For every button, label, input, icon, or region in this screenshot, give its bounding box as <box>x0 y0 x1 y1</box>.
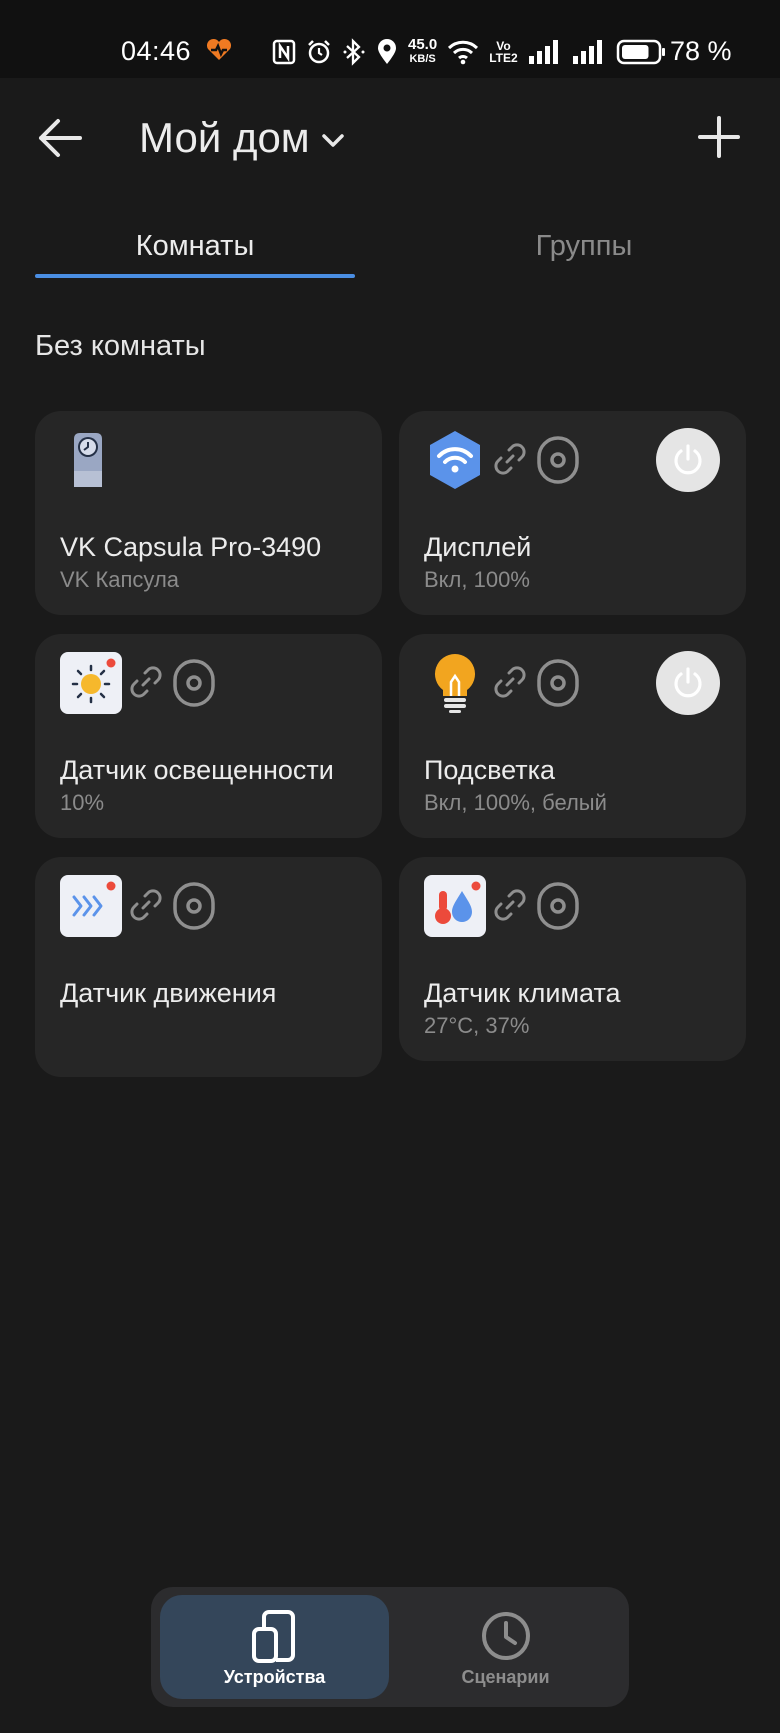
nav-label: Устройства <box>223 1667 326 1687</box>
devices-icon <box>252 1610 295 1663</box>
header: Мой дом <box>0 78 780 198</box>
wifi-hexagon-icon <box>424 429 486 491</box>
hub-icon <box>537 882 579 930</box>
tab-bar: Комнаты Группы <box>0 220 780 280</box>
device-status: 10% <box>60 790 105 815</box>
device-name: VK Capsula Pro-3490 <box>60 532 322 562</box>
nav-scenarios[interactable]: Сценарии <box>391 1595 620 1699</box>
device-name: Дисплей <box>424 532 532 562</box>
device-card-backlight[interactable]: Подсветка Вкл, 100%, белый <box>399 634 746 838</box>
device-card-climate-sensor[interactable]: Датчик климата 27°C, 37% <box>399 857 746 1061</box>
location-icon <box>378 39 396 64</box>
device-name: Датчик освещенности <box>60 755 334 785</box>
power-icon <box>674 444 702 475</box>
battery-percent: 78 % <box>670 36 732 66</box>
power-icon <box>674 667 702 698</box>
home-selector[interactable]: Мой дом <box>139 114 346 162</box>
network-speed: 45.0 KB/S <box>408 36 438 65</box>
device-card-display[interactable]: Дисплей Вкл, 100% <box>399 411 746 615</box>
link-icon <box>494 889 526 921</box>
climate-sensor-icon <box>424 875 486 937</box>
link-icon <box>130 666 162 698</box>
hub-icon <box>537 659 579 707</box>
motion-sensor-icon <box>60 875 122 937</box>
vk-capsula-speaker-icon <box>60 429 122 491</box>
add-button[interactable] <box>697 115 741 159</box>
back-arrow-icon <box>39 119 82 157</box>
tab-groups[interactable]: Группы <box>424 230 744 263</box>
sun-sensor-icon <box>60 652 122 714</box>
alarm-icon <box>308 40 330 64</box>
home-name: Мой дом <box>139 114 310 161</box>
power-toggle-button[interactable] <box>656 428 720 492</box>
link-icon <box>494 443 526 475</box>
device-name: Датчик движения <box>60 978 277 1008</box>
bluetooth-icon <box>343 38 365 66</box>
chevron-down-icon <box>321 134 344 147</box>
device-status: VK Капсула <box>60 567 180 592</box>
link-icon <box>130 889 162 921</box>
device-card-motion-sensor[interactable]: Датчик движения <box>35 857 382 1077</box>
hub-icon <box>173 882 215 930</box>
device-status: 27°C, 37% <box>424 1013 530 1038</box>
nfc-icon <box>272 39 296 65</box>
clock-icon <box>482 1612 530 1660</box>
status-icons: 45.0 KB/S Vo LTE2 <box>272 36 666 68</box>
device-name: Датчик климата <box>424 978 621 1008</box>
tab-rooms[interactable]: Комнаты <box>35 230 355 263</box>
device-card-light-sensor[interactable]: Датчик освещенности 10% <box>35 634 382 838</box>
device-card-vk-capsula[interactable]: VK Capsula Pro-3490 VK Капсула <box>35 411 382 615</box>
link-icon <box>494 666 526 698</box>
wifi-icon <box>448 40 479 65</box>
nav-label: Сценарии <box>461 1667 550 1687</box>
battery-icon <box>616 39 665 65</box>
device-name: Подсветка <box>424 755 556 785</box>
power-toggle-button[interactable] <box>656 651 720 715</box>
hub-icon <box>537 436 579 484</box>
active-tab-indicator <box>35 274 355 278</box>
device-status: Вкл, 100%, белый <box>424 790 607 815</box>
section-title: Без комнаты <box>35 330 206 362</box>
device-status: Вкл, 100% <box>424 567 530 592</box>
health-heart-icon <box>205 38 233 67</box>
volte-indicator: Vo LTE2 <box>489 39 518 65</box>
signal-2-icon <box>572 40 602 64</box>
nav-devices[interactable]: Устройства <box>160 1595 389 1699</box>
bottom-navigation: Устройства Сценарии <box>151 1587 629 1707</box>
light-bulb-icon <box>424 652 486 714</box>
plus-icon <box>698 116 740 158</box>
back-button[interactable] <box>36 116 84 160</box>
status-time: 04:46 <box>121 36 192 66</box>
hub-icon <box>173 659 215 707</box>
signal-1-icon <box>528 40 558 64</box>
status-bar: 04:46 45.0 KB/S Vo LTE2 78 % <box>0 0 780 78</box>
